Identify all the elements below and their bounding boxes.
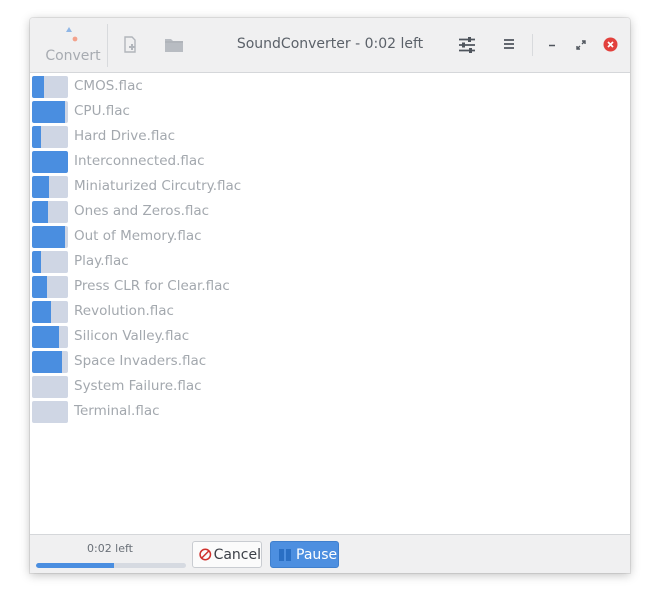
file-name: System Failure.flac (74, 378, 202, 394)
close-icon[interactable] (603, 37, 618, 52)
file-progress-fill (32, 226, 66, 248)
file-row[interactable]: CMOS.flac (30, 74, 630, 99)
file-progress-fill (32, 301, 52, 323)
file-progress-bar (32, 376, 68, 398)
file-progress-bar (32, 176, 68, 198)
file-progress-bar (32, 401, 68, 423)
file-progress-fill (32, 201, 48, 223)
file-name: CMOS.flac (74, 78, 143, 94)
file-progress-fill (32, 351, 62, 373)
file-progress-bar (32, 101, 68, 123)
pause-button[interactable]: Pause (270, 541, 339, 568)
file-progress-bar (32, 76, 68, 98)
file-progress-bar (32, 251, 68, 273)
file-progress-fill (32, 151, 68, 173)
file-progress-fill (32, 176, 49, 198)
file-name: Miniaturized Circutry.flac (74, 178, 242, 194)
file-name: Ones and Zeros.flac (74, 203, 210, 219)
file-row[interactable]: Hard Drive.flac (30, 124, 630, 149)
maximize-icon[interactable] (574, 38, 588, 52)
pause-icon (279, 548, 291, 561)
file-name: CPU.flac (74, 103, 130, 119)
soundconverter-window: Convert SoundConverter - 0:02 left CMOS.… (30, 18, 630, 573)
menu-icon[interactable] (502, 37, 516, 51)
convert-button[interactable]: Convert (36, 22, 110, 68)
file-progress-fill (32, 126, 41, 148)
file-progress-bar (32, 351, 68, 373)
file-progress-bar (32, 201, 68, 223)
minimize-icon[interactable] (545, 38, 559, 52)
file-progress-fill (32, 76, 44, 98)
pause-label: Pause (296, 546, 338, 563)
file-progress-bar (32, 226, 68, 248)
cancel-icon (199, 548, 212, 561)
add-folder-icon[interactable] (164, 36, 184, 54)
cancel-button[interactable]: Cancel (192, 541, 262, 568)
overall-progress-fill (36, 563, 114, 568)
convert-label: Convert (45, 48, 101, 64)
file-row[interactable]: Silicon Valley.flac (30, 324, 630, 349)
file-list[interactable]: CMOS.flac CPU.flac Hard Drive.flac Intercon… (30, 74, 630, 534)
overall-progress-bar (36, 563, 186, 568)
header-separator-2 (532, 34, 533, 56)
file-row[interactable]: Miniaturized Circutry.flac (30, 174, 630, 199)
header-separator (107, 24, 108, 67)
file-name: Play.flac (74, 253, 129, 269)
file-progress-fill (32, 101, 66, 123)
file-progress-fill (32, 251, 41, 273)
file-name: Silicon Valley.flac (74, 328, 190, 344)
window-title: SoundConverter - 0:02 left (236, 36, 424, 52)
file-progress-bar (32, 326, 68, 348)
time-left-label: 0:02 left (86, 542, 133, 555)
file-row[interactable]: Terminal.flac (30, 399, 630, 424)
file-row[interactable]: Space Invaders.flac (30, 349, 630, 374)
preferences-icon[interactable] (458, 36, 476, 54)
file-name: Hard Drive.flac (74, 128, 176, 144)
convert-icon (66, 27, 78, 42)
file-progress-bar (32, 301, 68, 323)
file-row[interactable]: Out of Memory.flac (30, 224, 630, 249)
file-row[interactable]: System Failure.flac (30, 374, 630, 399)
file-row[interactable]: CPU.flac (30, 99, 630, 124)
file-progress-bar (32, 151, 68, 173)
status-footer: 0:02 left Cancel Pause (30, 534, 630, 573)
file-progress-fill (32, 276, 48, 298)
file-row[interactable]: Revolution.flac (30, 299, 630, 324)
cancel-label: Cancel (213, 546, 261, 563)
file-name: Interconnected.flac (74, 153, 205, 169)
file-name: Revolution.flac (74, 303, 174, 319)
file-row[interactable]: Interconnected.flac (30, 149, 630, 174)
file-name: Terminal.flac (74, 403, 160, 419)
file-progress-bar (32, 126, 68, 148)
add-file-icon[interactable] (122, 36, 140, 54)
file-row[interactable]: Press CLR for Clear.flac (30, 274, 630, 299)
file-progress-fill (32, 326, 59, 348)
file-name: Press CLR for Clear.flac (74, 278, 230, 294)
header-bar: Convert SoundConverter - 0:02 left (30, 18, 630, 73)
file-row[interactable]: Play.flac (30, 249, 630, 274)
file-name: Space Invaders.flac (74, 353, 207, 369)
file-row[interactable]: Ones and Zeros.flac (30, 199, 630, 224)
file-progress-bar (32, 276, 68, 298)
file-name: Out of Memory.flac (74, 228, 202, 244)
